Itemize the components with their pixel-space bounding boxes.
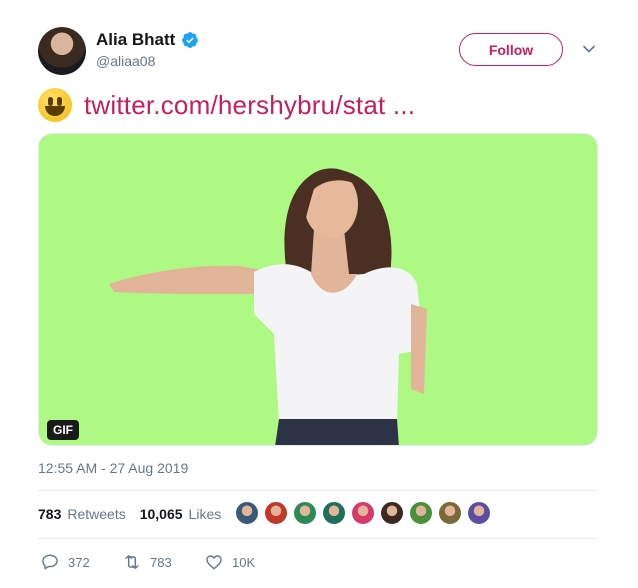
liker-avatar[interactable] [380,501,404,525]
liker-avatar[interactable] [351,501,375,525]
avatar[interactable] [38,27,86,75]
author-name-row: Alia Bhatt [96,30,199,50]
tweet-stats: 783 Retweets 10,065 Likes [38,506,229,522]
liker-avatar[interactable] [438,501,462,525]
divider [38,538,598,539]
gif-person-illustration [109,168,427,445]
reply-action[interactable]: 372 [40,552,122,572]
divider [38,490,598,491]
liker-avatar[interactable] [322,501,346,525]
tweet-text: twitter.com/hershybru/stat ... [38,88,415,122]
retweet-count: 783 [150,554,172,570]
reply-count: 372 [68,554,90,570]
like-count: 10K [232,554,256,570]
liker-avatar[interactable] [467,501,491,525]
liker-avatar[interactable] [409,501,433,525]
retweets-label[interactable]: Retweets [67,506,125,522]
follow-button[interactable]: Follow [459,33,563,66]
tweet-link[interactable]: twitter.com/hershybru/stat ... [84,90,415,121]
liker-avatar[interactable] [235,501,259,525]
verified-badge-icon [182,32,199,48]
heart-icon[interactable] [204,552,224,572]
liker-avatar[interactable] [293,501,317,525]
likes-count[interactable]: 10,065 [140,506,183,522]
tweet-timestamp[interactable]: 12:55 AM - 27 Aug 2019 [38,460,188,476]
retweet-action[interactable]: 783 [122,552,204,572]
retweet-icon[interactable] [122,552,142,572]
display-name[interactable]: Alia Bhatt [96,30,175,50]
gif-badge: GIF [47,420,79,440]
likes-label[interactable]: Likes [189,506,222,522]
like-action[interactable]: 10K [204,552,286,572]
tweet-actions: 372 783 10K [40,552,286,572]
smiley-emoji-icon [38,88,72,122]
reply-icon[interactable] [40,552,60,572]
likers-avatars[interactable] [235,501,491,525]
gif-media[interactable]: GIF [38,133,598,446]
liker-avatar[interactable] [264,501,288,525]
user-handle[interactable]: @aliaa08 [96,53,155,69]
retweets-count[interactable]: 783 [38,506,61,522]
chevron-down-icon[interactable] [582,42,596,56]
